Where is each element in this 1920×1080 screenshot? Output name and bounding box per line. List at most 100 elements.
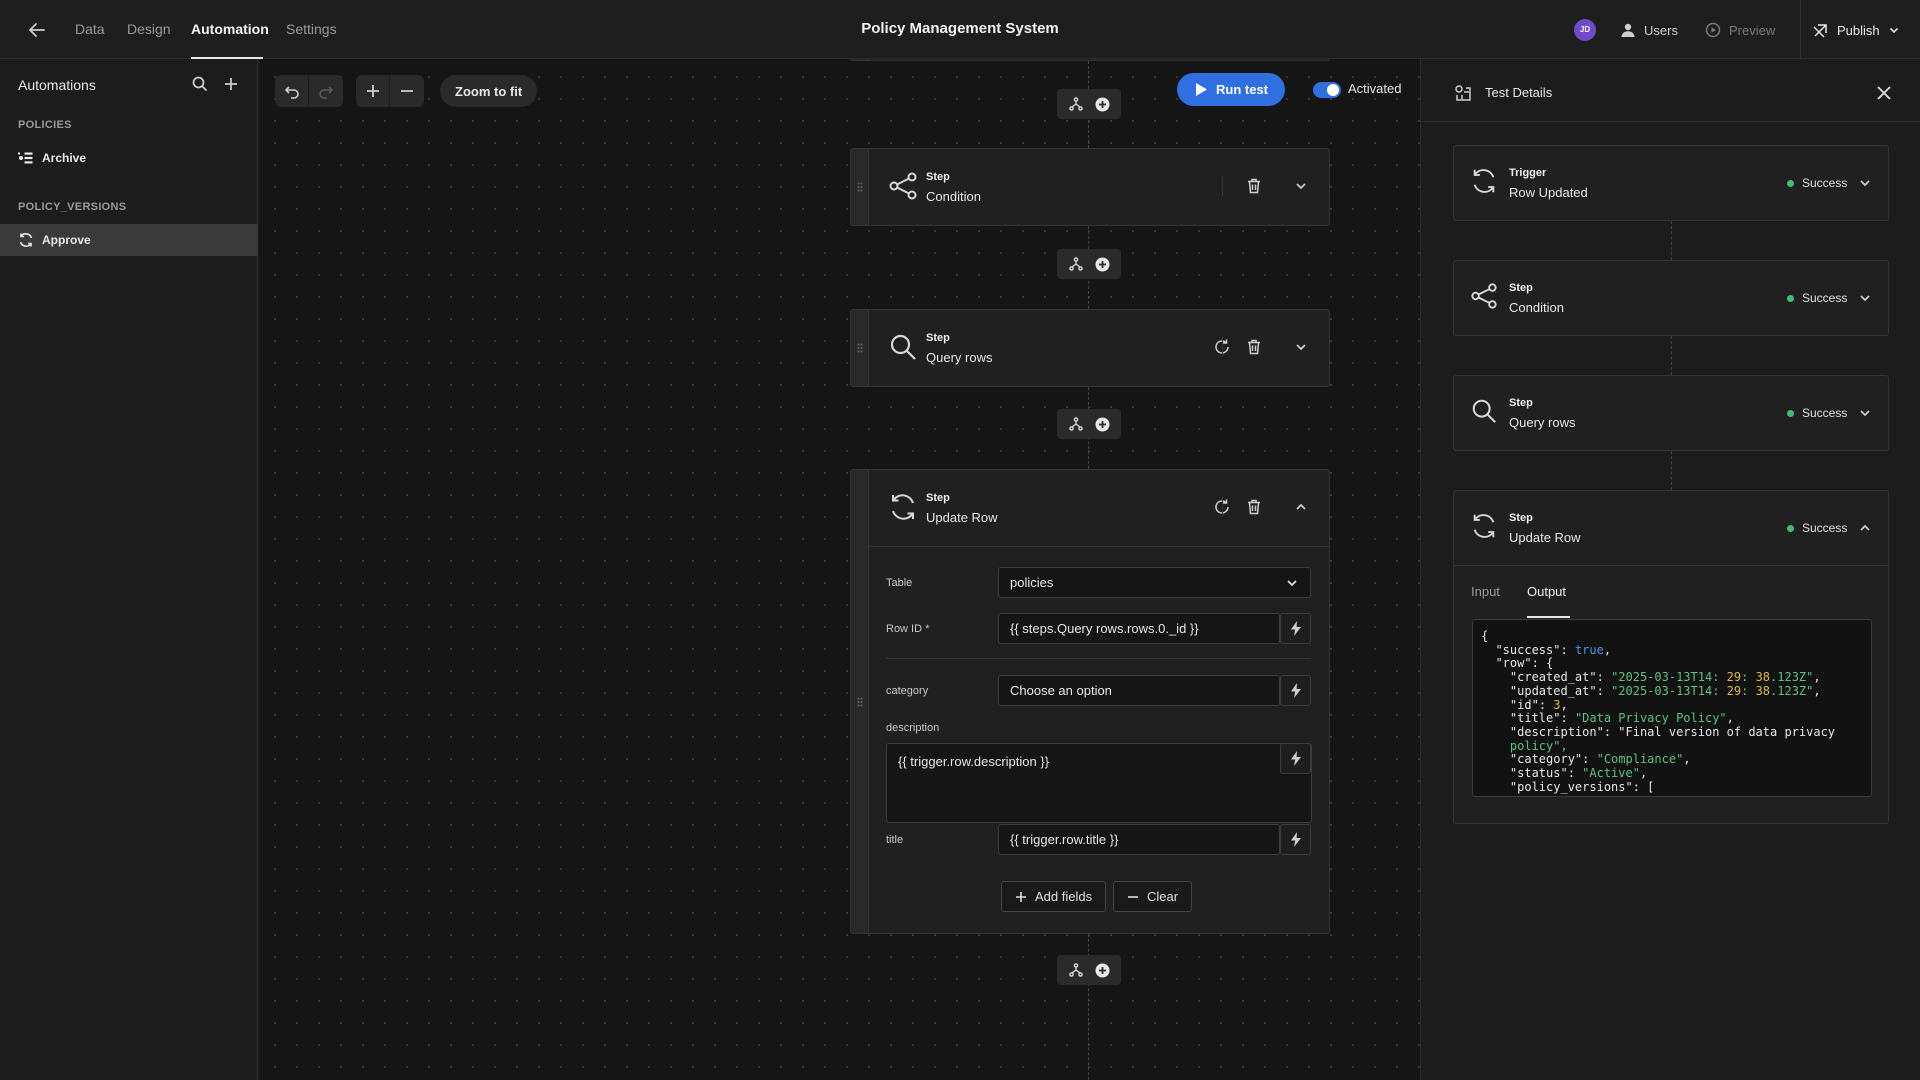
- activated-toggle[interactable]: [1313, 82, 1341, 98]
- tab-input[interactable]: Input: [1471, 584, 1500, 599]
- branch-icon: [1470, 282, 1498, 310]
- row-id-input[interactable]: {{ steps.Query rows.rows.0._id }}: [998, 613, 1280, 644]
- step-card-condition[interactable]: Step Condition: [850, 148, 1330, 226]
- clear-button[interactable]: Clear: [1113, 881, 1193, 912]
- undo-button[interactable]: [275, 75, 309, 107]
- redo-button[interactable]: [309, 75, 343, 107]
- test-details-panel: Test Details Trigger Row Updated Success…: [1420, 59, 1920, 1080]
- tab-output[interactable]: Output: [1527, 584, 1566, 599]
- branch-add-icon[interactable]: [1068, 417, 1083, 431]
- zoom-controls: [356, 75, 424, 107]
- add-automation-icon[interactable]: [222, 75, 240, 93]
- step-name: Condition: [926, 189, 981, 204]
- branch-add-icon[interactable]: [1068, 257, 1083, 271]
- branch-icon: [888, 171, 918, 201]
- add-step-icon[interactable]: [1095, 97, 1110, 112]
- publish-button[interactable]: Publish: [1812, 20, 1900, 40]
- undo-icon: [284, 86, 299, 99]
- minus-icon: [401, 90, 413, 92]
- play-icon: [1196, 83, 1207, 96]
- step-card-update-row[interactable]: Step Update Row Table policies Row ID * …: [850, 469, 1330, 934]
- card-kicker: Step: [1509, 512, 1533, 524]
- row-id-label: Row ID *: [886, 623, 930, 635]
- connector-controls: [1057, 409, 1121, 439]
- users-button[interactable]: Users: [1620, 20, 1678, 40]
- test-flask-icon: [1453, 83, 1473, 103]
- zoom-out-button[interactable]: [390, 75, 424, 107]
- sidebar-item-label: Approve: [42, 233, 91, 247]
- status-text: Success: [1802, 291, 1848, 305]
- connector-line: [1671, 451, 1672, 490]
- table-select-value: policies: [1010, 575, 1054, 590]
- plus-icon: [1016, 891, 1026, 902]
- sidebar-item-archive[interactable]: Archive: [0, 142, 258, 174]
- trigger-card-stub[interactable]: [850, 59, 1330, 61]
- card-name: Condition: [1509, 300, 1564, 315]
- status-badge: Success: [1787, 406, 1847, 420]
- category-select[interactable]: Choose an option: [998, 675, 1280, 706]
- chevron-down-icon: [1889, 27, 1898, 34]
- step-card-query-rows[interactable]: Step Query rows: [850, 309, 1330, 387]
- add-fields-button[interactable]: Add fields: [1001, 881, 1107, 912]
- result-card-update-row[interactable]: Step Update Row Success Input Output { "…: [1453, 490, 1889, 824]
- play-circle-icon: [1705, 22, 1721, 38]
- connector-line: [1671, 221, 1672, 260]
- card-kicker: Step: [1509, 282, 1533, 294]
- users-label: Users: [1644, 22, 1678, 38]
- table-select[interactable]: policies: [998, 567, 1311, 598]
- description-textarea[interactable]: {{ trigger.row.description }}: [886, 743, 1312, 823]
- add-step-icon[interactable]: [1095, 257, 1110, 272]
- result-card-query-rows[interactable]: Step Query rows Success: [1453, 375, 1889, 451]
- zoom-to-fit-button[interactable]: Zoom to fit: [440, 75, 538, 107]
- refresh-icon: [1470, 512, 1498, 540]
- chevron-down-icon[interactable]: [1292, 177, 1310, 195]
- chevron-up-icon[interactable]: [1292, 498, 1310, 516]
- step-name: Update Row: [926, 510, 998, 525]
- history-controls: [275, 75, 343, 107]
- bindings-button[interactable]: [1280, 675, 1311, 706]
- panel-title: Test Details: [1485, 85, 1553, 100]
- refresh-icon: [1470, 167, 1498, 195]
- bindings-button[interactable]: [1280, 743, 1311, 774]
- connector-controls: [1057, 955, 1121, 985]
- close-icon[interactable]: [1876, 85, 1892, 101]
- active-tab-indicator: [1527, 616, 1570, 618]
- trash-icon[interactable]: [1245, 498, 1263, 516]
- lightning-icon: [1290, 832, 1301, 847]
- form-divider: [886, 658, 1311, 659]
- branch-add-icon[interactable]: [1068, 97, 1083, 111]
- add-step-icon[interactable]: [1095, 417, 1110, 432]
- app-action-icon: [18, 152, 33, 164]
- connector-line: [1671, 336, 1672, 375]
- result-card-condition[interactable]: Step Condition Success: [1453, 260, 1889, 336]
- chevron-down-icon[interactable]: [1857, 175, 1873, 191]
- bindings-button[interactable]: [1280, 613, 1311, 644]
- avatar[interactable]: JD: [1574, 19, 1596, 41]
- result-card-trigger[interactable]: Trigger Row Updated Success: [1453, 145, 1889, 221]
- run-test-button[interactable]: Run test: [1177, 73, 1285, 106]
- status-text: Success: [1802, 176, 1848, 190]
- bindings-button[interactable]: [1280, 824, 1311, 855]
- step-name: Query rows: [926, 350, 993, 365]
- chevron-up-icon[interactable]: [1857, 520, 1873, 536]
- search-icon: [888, 332, 918, 362]
- card-kicker: Trigger: [1509, 167, 1547, 179]
- step-kicker: Step: [926, 171, 950, 183]
- trash-icon[interactable]: [1245, 177, 1263, 195]
- output-json-viewer[interactable]: { "success": true, "row": { "created_at"…: [1472, 619, 1872, 797]
- preview-button[interactable]: Preview: [1705, 20, 1775, 40]
- title-input[interactable]: {{ trigger.row.title }}: [998, 824, 1280, 855]
- add-step-icon[interactable]: [1095, 963, 1110, 978]
- activated-label: Activated: [1348, 81, 1402, 96]
- add-fields-label: Add fields: [1035, 889, 1093, 904]
- chevron-down-icon[interactable]: [1857, 290, 1873, 306]
- branch-add-icon[interactable]: [1068, 963, 1083, 977]
- trash-icon[interactable]: [1245, 338, 1263, 356]
- search-icon[interactable]: [191, 75, 209, 93]
- success-dot: [1787, 524, 1794, 532]
- chevron-down-icon[interactable]: [1292, 338, 1310, 356]
- zoom-in-button[interactable]: [356, 75, 390, 107]
- chevron-down-icon[interactable]: [1857, 405, 1873, 421]
- sidebar-item-approve[interactable]: Approve: [0, 224, 258, 256]
- automation-canvas[interactable]: Zoom to fit Run test Activated Step Cond…: [259, 59, 1420, 1080]
